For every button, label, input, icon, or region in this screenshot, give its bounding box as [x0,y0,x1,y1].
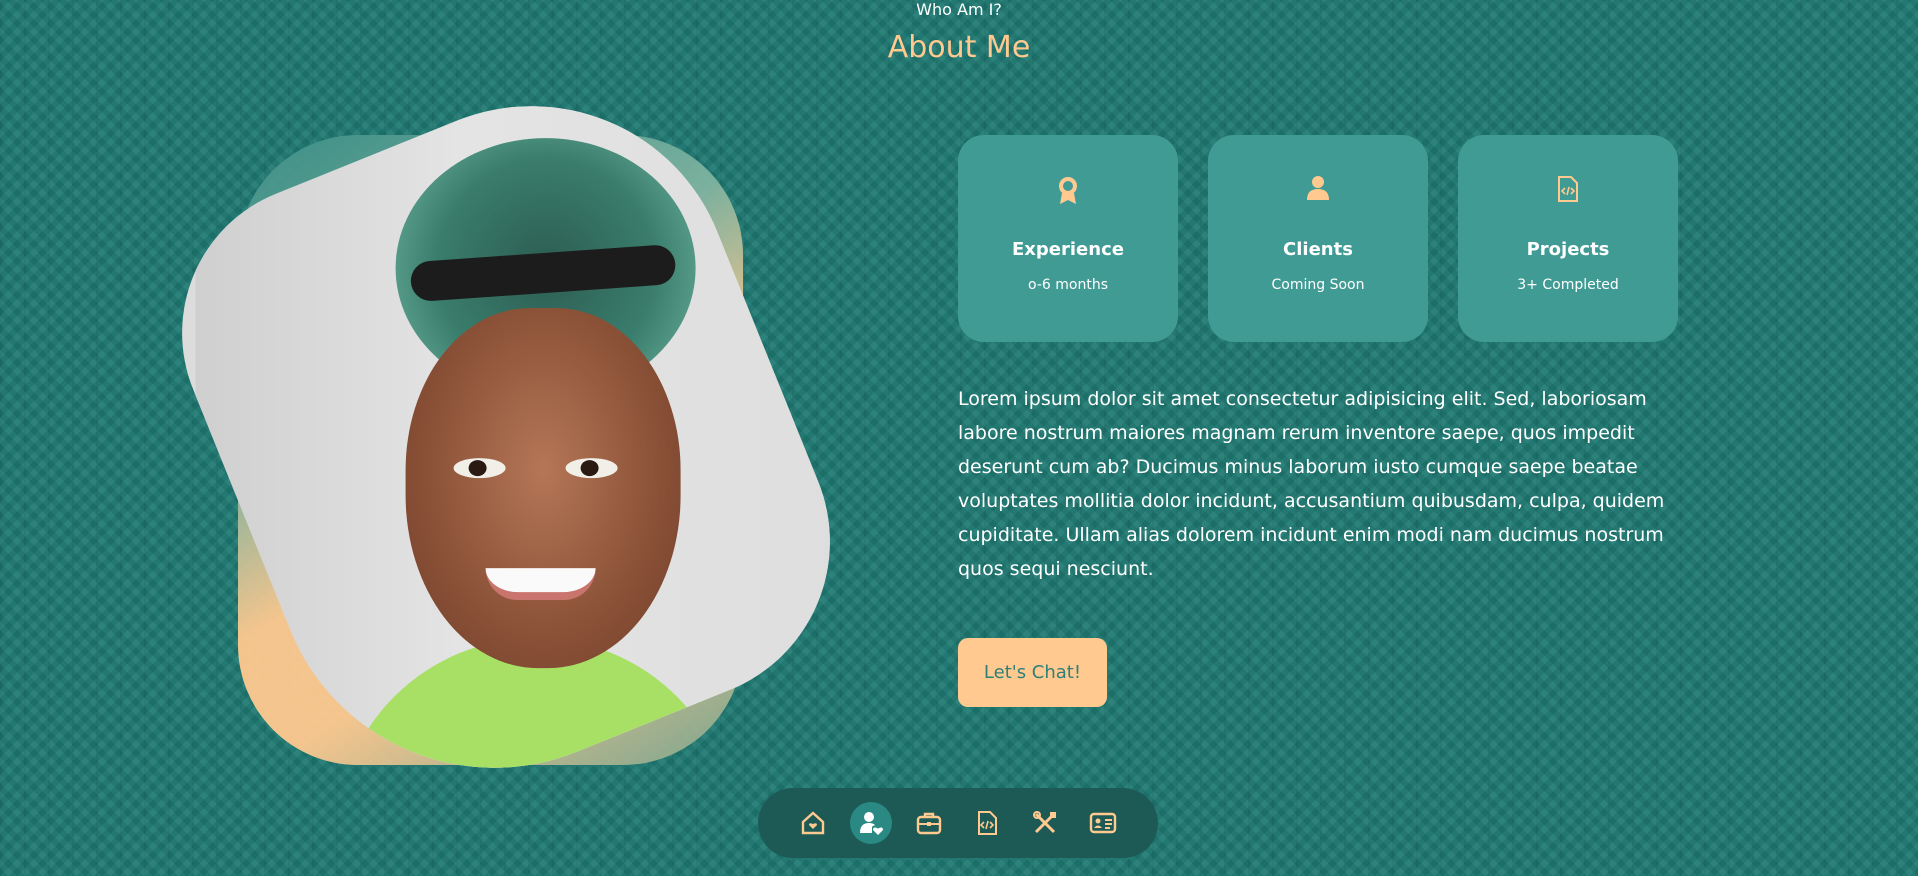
card-value: 3+ Completed [1517,277,1619,293]
nav-contact[interactable] [1082,802,1124,844]
profile-photo [136,45,879,835]
user-icon [1208,175,1428,209]
card-value: o-6 months [1028,277,1108,293]
card-title: Clients [1283,239,1353,260]
user-heart-icon [857,809,885,837]
projects-card: Projects 3+ Completed [1458,135,1678,342]
section-subtitle: Who Am I? [916,0,1002,19]
code-file-icon [973,809,1001,837]
section-title: About Me [887,30,1031,65]
nav-projects[interactable] [966,802,1008,844]
code-file-icon [1458,175,1678,209]
lets-chat-button[interactable]: Let's Chat! [958,638,1107,707]
card-title: Experience [1012,239,1124,260]
card-title: Projects [1526,239,1610,260]
portrait [136,45,879,835]
experience-card: Experience o-6 months [958,135,1178,342]
bottom-nav [758,788,1158,858]
award-icon [958,175,1178,209]
nav-about[interactable] [850,802,892,844]
clients-card: Clients Coming Soon [1208,135,1428,342]
briefcase-icon [915,809,943,837]
nav-home[interactable] [792,802,834,844]
tools-icon [1031,809,1059,837]
about-description: Lorem ipsum dolor sit amet consectetur a… [958,388,1665,580]
contact-card-icon [1088,809,1118,837]
nav-experience[interactable] [908,802,950,844]
nav-skills[interactable] [1024,802,1066,844]
card-value: Coming Soon [1271,277,1365,293]
home-heart-icon [799,809,827,837]
